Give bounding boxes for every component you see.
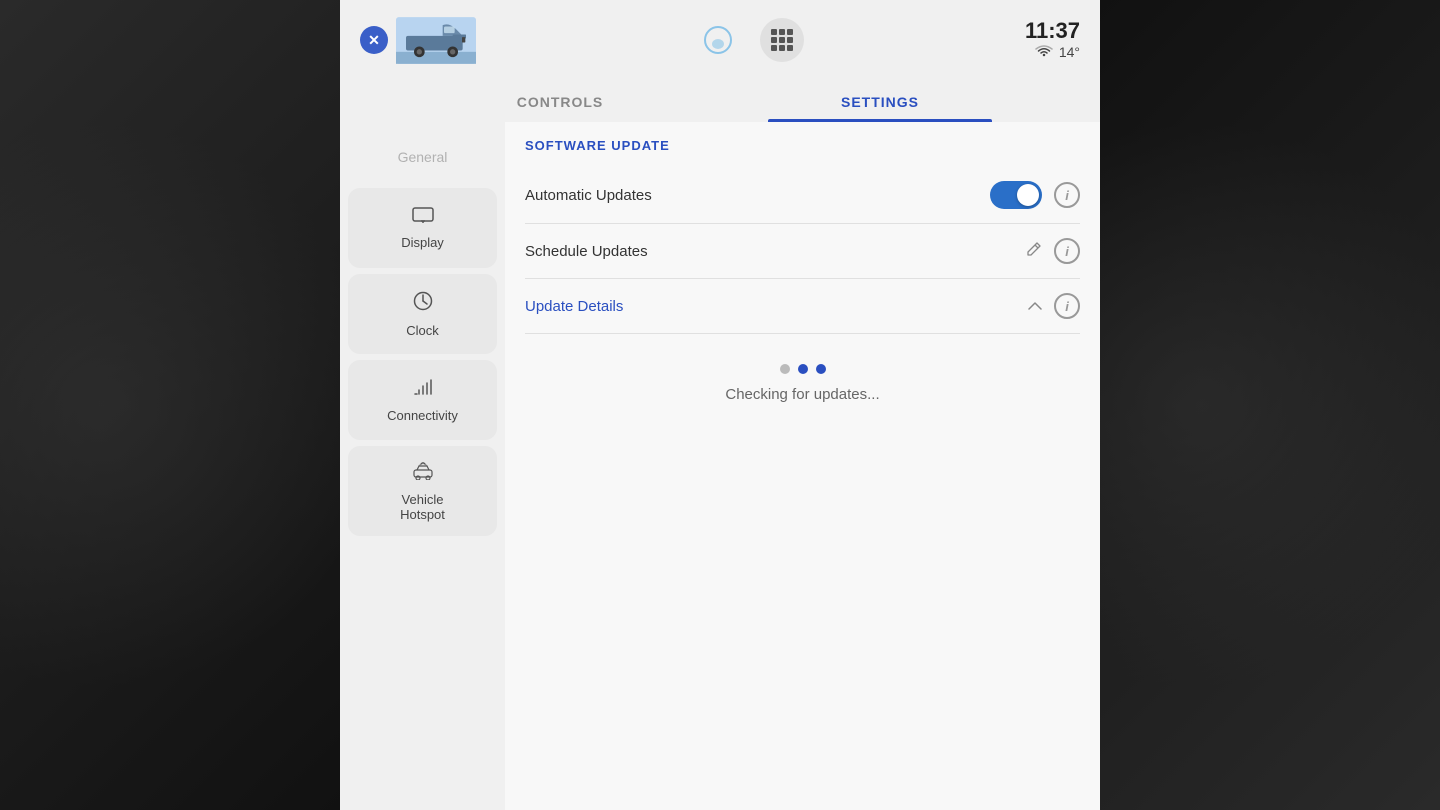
sidebar-item-general[interactable]: General	[348, 132, 497, 182]
sidebar-item-connectivity[interactable]: Connectivity	[348, 360, 497, 440]
section-title: SOFTWARE UPDATE	[525, 138, 1080, 153]
grid-button[interactable]	[760, 18, 804, 62]
status-row: 14°	[1025, 44, 1080, 61]
content-area: General Display	[340, 122, 1100, 810]
dot-3	[816, 364, 826, 374]
header-left: ✕	[360, 13, 476, 68]
info-icon-2: i	[1065, 244, 1069, 259]
time-display: 11:37	[1025, 20, 1080, 42]
settings-panel: SOFTWARE UPDATE Automatic Updates i Sche…	[505, 122, 1100, 810]
hotspot-icon	[410, 460, 436, 486]
tab-settings[interactable]: SETTINGS	[720, 80, 1040, 122]
tab-bar: CONTROLS SETTINGS	[340, 80, 1100, 122]
sidebar-connectivity-label: Connectivity	[387, 408, 458, 423]
update-details-row: Update Details i	[525, 279, 1080, 334]
update-details-label: Update Details	[525, 298, 1028, 315]
automatic-updates-toggle[interactable]	[990, 181, 1042, 209]
edit-icon[interactable]	[1026, 241, 1042, 262]
grid-dots-icon	[771, 29, 793, 51]
display-icon	[412, 206, 434, 229]
clock-icon	[413, 291, 433, 317]
tab-controls[interactable]: CONTROLS	[400, 80, 720, 122]
sidebar-hotspot-label: Vehicle Hotspot	[400, 492, 445, 522]
loading-dots	[780, 364, 826, 374]
header-right: 11:37 14°	[1025, 20, 1080, 61]
sidebar-general-label: General	[398, 149, 448, 165]
automatic-updates-row: Automatic Updates i	[525, 167, 1080, 224]
schedule-updates-label: Schedule Updates	[525, 243, 1026, 260]
dot-1	[780, 364, 790, 374]
dot-2	[798, 364, 808, 374]
update-details-info[interactable]: i	[1054, 293, 1080, 319]
schedule-updates-info[interactable]: i	[1054, 238, 1080, 264]
sidebar-clock-label: Clock	[406, 323, 439, 338]
sidebar-item-vehicle-hotspot[interactable]: Vehicle Hotspot	[348, 446, 497, 536]
update-details-actions: i	[1028, 293, 1080, 319]
header-center	[696, 18, 804, 62]
sidebar-display-label: Display	[401, 235, 444, 250]
loading-section: Checking for updates...	[525, 334, 1080, 433]
background: ✕	[0, 0, 1440, 810]
loading-text: Checking for updates...	[725, 386, 879, 403]
schedule-updates-actions: i	[1026, 238, 1080, 264]
wifi-icon	[1035, 44, 1053, 61]
grille-left	[0, 0, 340, 810]
sidebar-item-display[interactable]: Display	[348, 188, 497, 268]
sidebar-item-clock[interactable]: Clock	[348, 274, 497, 354]
info-icon-3: i	[1065, 299, 1069, 314]
automatic-updates-label: Automatic Updates	[525, 187, 990, 204]
header: ✕	[340, 0, 1100, 80]
alexa-button[interactable]	[696, 18, 740, 62]
close-icon: ✕	[368, 32, 380, 49]
truck-icon	[396, 13, 476, 68]
automatic-updates-actions: i	[990, 181, 1080, 209]
close-button[interactable]: ✕	[360, 26, 388, 54]
sidebar: General Display	[340, 122, 505, 810]
main-screen: ✕	[340, 0, 1100, 810]
grille-right	[1100, 0, 1440, 810]
chevron-up-icon[interactable]	[1028, 298, 1042, 314]
connectivity-icon	[412, 378, 434, 402]
automatic-updates-info[interactable]: i	[1054, 182, 1080, 208]
temperature-display: 14°	[1059, 44, 1080, 60]
schedule-updates-row: Schedule Updates i	[525, 224, 1080, 279]
info-icon: i	[1065, 188, 1069, 203]
